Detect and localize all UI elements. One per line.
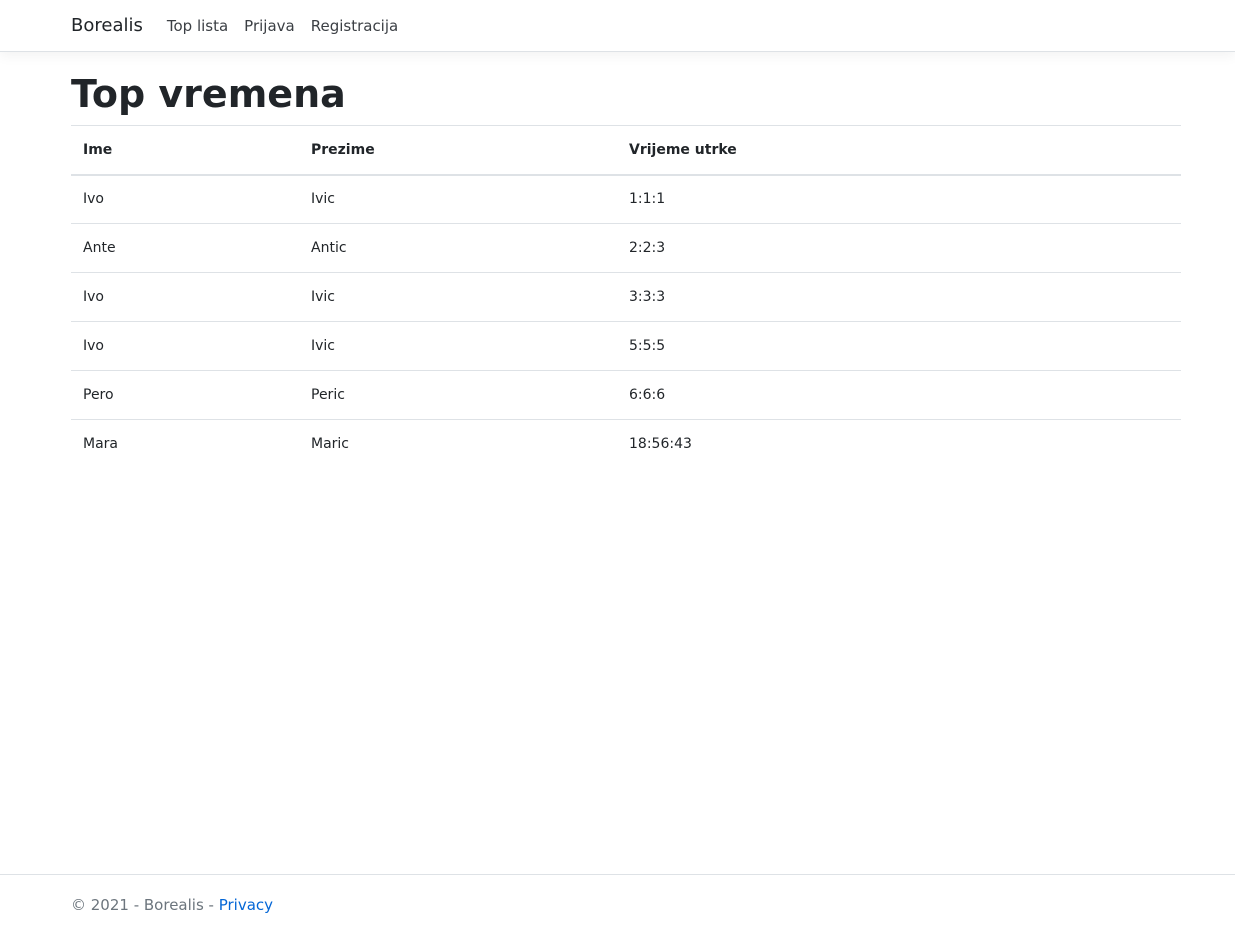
footer-text: © 2021 - Borealis - — [71, 896, 219, 914]
results-table: Ime Prezime Vrijeme utrke Ivo Ivic 1:1:1 An… — [71, 125, 1181, 469]
table-row: Ivo Ivic 3:3:3 — [71, 272, 1181, 322]
header-ime: Ime — [71, 125, 299, 176]
nav-prijava[interactable]: Prijava — [244, 17, 295, 35]
table-row: Mara Maric 18:56:43 — [71, 419, 1181, 469]
cell-vrijeme: 6:6:6 — [617, 370, 1181, 420]
cell-ime: Ivo — [71, 321, 299, 371]
cell-ime: Ante — [71, 223, 299, 273]
cell-prezime: Ivic — [299, 321, 617, 371]
cell-vrijeme: 2:2:3 — [617, 223, 1181, 273]
table-row: Ante Antic 2:2:3 — [71, 223, 1181, 273]
table-row: Pero Peric 6:6:6 — [71, 370, 1181, 420]
cell-vrijeme: 1:1:1 — [617, 174, 1181, 224]
cell-prezime: Ivic — [299, 174, 617, 224]
navbar: Borealis Top lista Prijava Registracija — [0, 0, 1235, 52]
cell-prezime: Ivic — [299, 272, 617, 322]
cell-prezime: Peric — [299, 370, 617, 420]
cell-ime: Ivo — [71, 174, 299, 224]
nav-registracija[interactable]: Registracija — [311, 17, 399, 35]
cell-ime: Mara — [71, 419, 299, 469]
table-header-row: Ime Prezime Vrijeme utrke — [71, 125, 1181, 176]
brand-link[interactable]: Borealis — [71, 15, 143, 36]
privacy-link[interactable]: Privacy — [219, 896, 273, 914]
header-vrijeme: Vrijeme utrke — [617, 125, 1181, 176]
nav-top-lista[interactable]: Top lista — [167, 17, 228, 35]
cell-ime: Ivo — [71, 272, 299, 322]
cell-prezime: Maric — [299, 419, 617, 469]
table-row: Ivo Ivic 1:1:1 — [71, 174, 1181, 224]
cell-prezime: Antic — [299, 223, 617, 273]
cell-ime: Pero — [71, 370, 299, 420]
header-prezime: Prezime — [299, 125, 617, 176]
table-row: Ivo Ivic 5:5:5 — [71, 321, 1181, 371]
cell-vrijeme: 18:56:43 — [617, 419, 1181, 469]
cell-vrijeme: 3:3:3 — [617, 272, 1181, 322]
footer: © 2021 - Borealis - Privacy — [0, 874, 1235, 914]
page-title: Top vremena — [71, 72, 346, 116]
main-content: Top vremena Ime Prezime Vrijeme utrke Iv… — [71, 52, 1181, 469]
cell-vrijeme: 5:5:5 — [617, 321, 1181, 371]
